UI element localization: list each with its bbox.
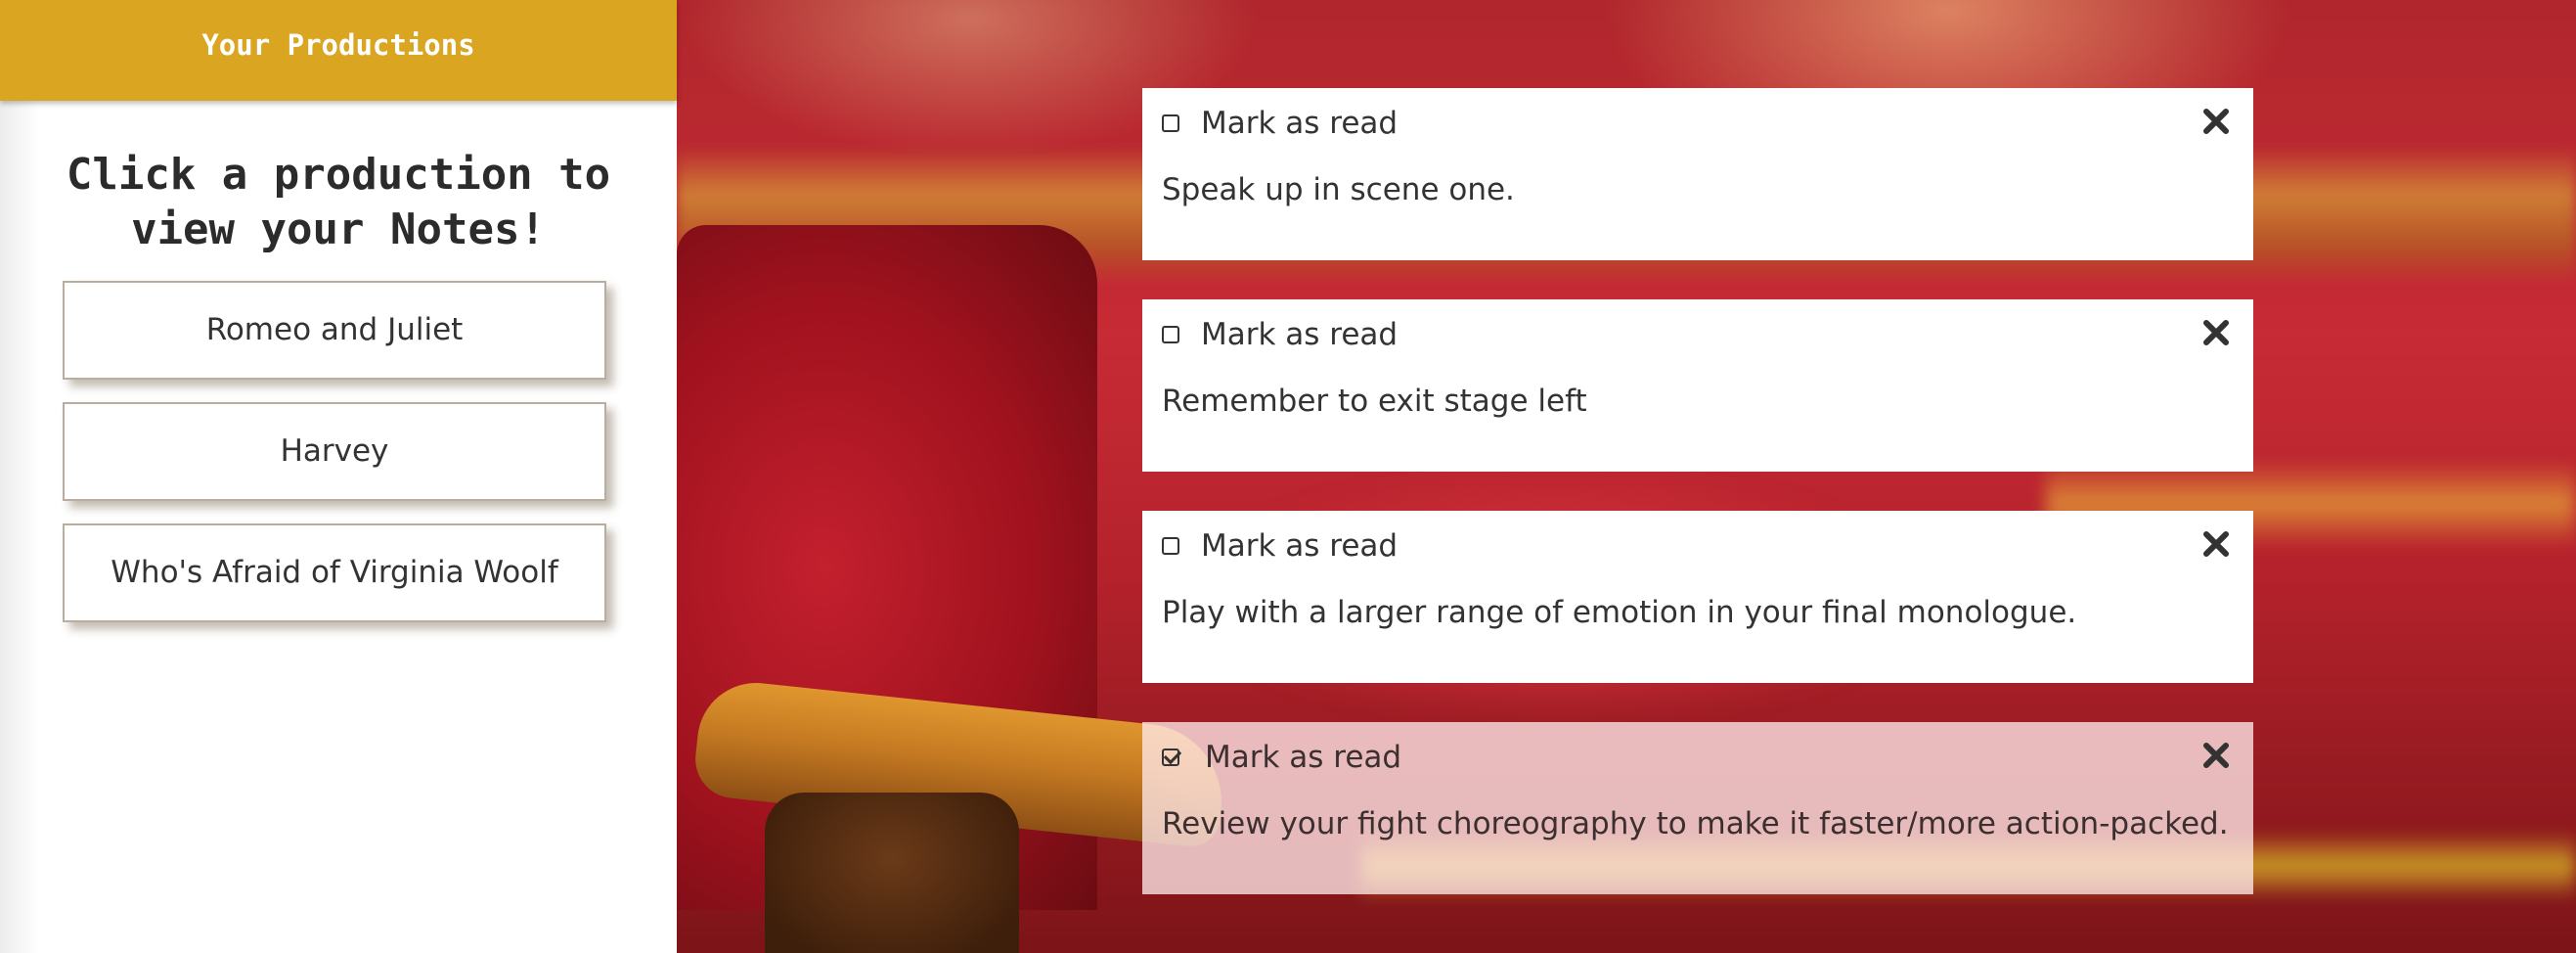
- production-button-harvey[interactable]: Harvey: [63, 402, 606, 501]
- mark-as-read-control[interactable]: Mark as read: [1162, 104, 1398, 143]
- mark-as-read-label[interactable]: Mark as read: [1205, 738, 1401, 777]
- checkbox-icon[interactable]: [1162, 537, 1179, 555]
- sidebar-prompt: Click a production to view your Notes!: [66, 150, 611, 254]
- notes-list: Mark as read Speak up in scene one. Mark…: [1142, 88, 2253, 933]
- close-icon[interactable]: [2200, 106, 2232, 137]
- note-card-read: Mark as read Review your fight choreogra…: [1142, 722, 2253, 894]
- note-card: Mark as read Play with a larger range of…: [1142, 511, 2253, 683]
- note-card: Mark as read Remember to exit stage left: [1142, 299, 2253, 472]
- note-text: Review your fight choreography to make i…: [1162, 806, 2229, 841]
- mark-as-read-control[interactable]: Mark as read: [1162, 738, 1401, 777]
- close-icon[interactable]: [2200, 740, 2232, 771]
- production-button-romeo-and-juliet[interactable]: Romeo and Juliet: [63, 281, 606, 380]
- mark-as-read-control[interactable]: Mark as read: [1162, 526, 1398, 566]
- sidebar: Your Productions Click a production to v…: [0, 0, 677, 953]
- mark-as-read-control[interactable]: Mark as read: [1162, 315, 1398, 354]
- mark-as-read-label[interactable]: Mark as read: [1201, 104, 1398, 143]
- note-text: Remember to exit stage left: [1162, 384, 1587, 419]
- sidebar-header: Your Productions: [0, 0, 677, 101]
- production-list: Romeo and Juliet Harvey Who's Afraid of …: [0, 281, 677, 622]
- checked-checkbox-icon[interactable]: [1162, 749, 1179, 766]
- close-icon[interactable]: [2200, 528, 2232, 560]
- close-icon[interactable]: [2200, 317, 2232, 348]
- checkbox-icon[interactable]: [1162, 326, 1179, 343]
- note-card: Mark as read Speak up in scene one.: [1142, 88, 2253, 260]
- background-armrest-base: [765, 793, 1019, 953]
- checkbox-icon[interactable]: [1162, 114, 1179, 132]
- production-button-virginia-woolf[interactable]: Who's Afraid of Virginia Woolf: [63, 523, 606, 622]
- note-text: Play with a larger range of emotion in y…: [1162, 595, 2077, 630]
- mark-as-read-label[interactable]: Mark as read: [1201, 315, 1398, 354]
- mark-as-read-label[interactable]: Mark as read: [1201, 526, 1398, 566]
- note-text: Speak up in scene one.: [1162, 172, 1515, 207]
